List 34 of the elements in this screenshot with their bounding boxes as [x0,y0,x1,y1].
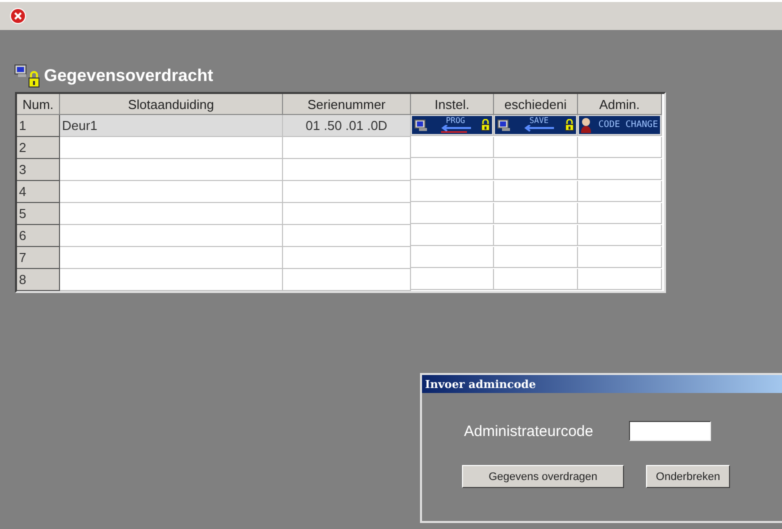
column-header: Admin. [578,94,662,115]
field-label: Administrateurcode [464,422,594,440]
column-header: Num. [17,94,60,115]
column-header: Instel. [411,94,494,115]
table-cell: 01 .50 .01 .0D [283,115,411,137]
row-number: 4 [17,181,60,203]
save-button[interactable]: SAVE [495,116,576,134]
column-header: eschiedeni [494,94,578,115]
person-icon [581,117,591,133]
column-header: Slotaanduiding [60,94,283,115]
row-number: 5 [17,203,60,225]
computer-icon [497,119,513,131]
cancel-button[interactable]: Onderbreken [646,465,730,488]
column-header: Serienummer [283,94,411,115]
close-icon[interactable] [10,8,26,24]
row-number: 7 [17,247,60,269]
padlock-icon [481,119,490,131]
code-change-button[interactable]: CODE CHANGE [579,116,660,134]
transfer-button[interactable]: Gegevens overdragen [462,465,624,488]
row-number: 6 [17,225,60,247]
computer-lock-icon [14,64,40,88]
admin-code-field[interactable] [629,421,712,441]
row-number: 2 [17,137,60,159]
arrow-icon [440,125,470,133]
computer-icon [414,119,430,131]
row-number: 8 [17,269,60,291]
dialog-title: Invoer admincode [422,375,782,393]
arrow-icon [524,125,554,133]
padlock-icon [565,119,574,131]
row-number: 1 [17,115,60,137]
page-title: Gegevensoverdracht [44,66,214,87]
prog-button[interactable]: PROG [412,116,492,134]
row-number: 3 [17,159,60,181]
table-cell: Deur1 [60,115,283,137]
